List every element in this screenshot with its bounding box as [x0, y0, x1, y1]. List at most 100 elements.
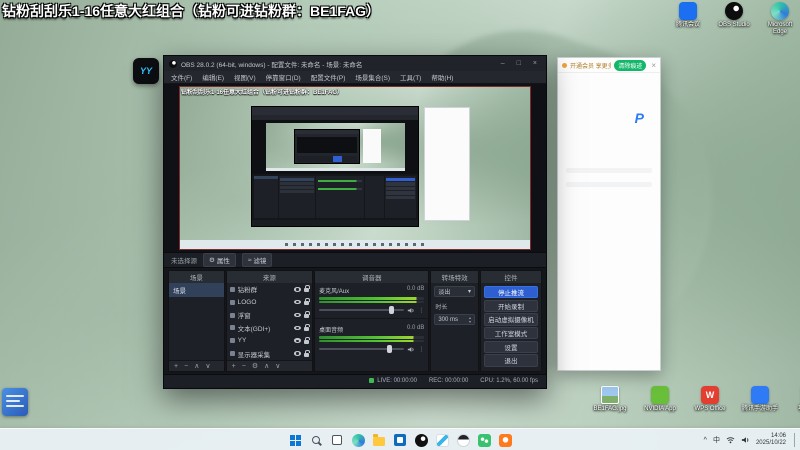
mixer-channel-header: 桌面音频 0.0 dB	[319, 325, 424, 334]
mixer-options-icon[interactable]: ⋮	[418, 346, 424, 353]
display-capture-preview[interactable]: 钻粉刮刮乐1-16任意大红组合（钻粉可进钻粉群：BE1FAG）	[179, 86, 531, 250]
lock-icon[interactable]	[304, 311, 310, 319]
scenes-tool-icon[interactable]: −	[184, 363, 188, 370]
source-row[interactable]: 钻粉群	[227, 283, 312, 296]
desktop-icon-wps-office[interactable]: W WPS Office	[692, 386, 728, 413]
obs-preview-area[interactable]: 钻粉刮刮乐1-16任意大红组合（钻粉可进钻粉群：BE1FAG）	[164, 84, 546, 252]
scenes-tool-icon[interactable]: +	[174, 363, 178, 370]
close-button[interactable]: ×	[529, 60, 541, 67]
decor	[316, 175, 364, 219]
control-button-obs[interactable]: 开始录制	[484, 299, 539, 312]
properties-button[interactable]: ⚙ 属性	[203, 253, 236, 267]
obs-titlebar[interactable]: OBS 28.0.2 (64-bit, windows) - 配置文件: 未命名…	[164, 56, 546, 71]
lock-icon[interactable]	[304, 323, 310, 331]
transition-select[interactable]: 淡出 ▾	[434, 286, 476, 297]
menu-item[interactable]: 停靠窗口(D)	[261, 72, 306, 82]
menu-item[interactable]: 文件(F)	[166, 72, 197, 82]
lock-icon[interactable]	[304, 285, 310, 293]
desktop-icon-be1fag-image[interactable]: BE1FAG.jpg	[592, 386, 628, 413]
spinner-arrows[interactable]: ▴ ▾	[469, 315, 471, 324]
mixer-dock-title[interactable]: 调音器	[315, 271, 429, 283]
visibility-eye-icon[interactable]	[294, 299, 302, 305]
volume-slider[interactable]	[319, 345, 405, 353]
wifi-icon[interactable]	[726, 436, 735, 444]
filters-button[interactable]: ≈ 滤镜	[241, 253, 273, 267]
volume-icon[interactable]	[741, 436, 750, 444]
sources-tool-icon[interactable]: ∧	[264, 363, 269, 370]
sources-tool-icon[interactable]: ⚙	[252, 363, 258, 370]
lock-icon[interactable]	[304, 336, 310, 344]
menu-item[interactable]: 编辑(E)	[197, 72, 229, 82]
scenes-tool-icon[interactable]: ∧	[194, 363, 199, 370]
speaker-icon[interactable]	[407, 340, 415, 358]
decor	[6, 405, 24, 407]
menu-item[interactable]: 帮助(H)	[426, 72, 458, 82]
minimize-button[interactable]: –	[497, 60, 509, 67]
scene-item[interactable]: 场景	[169, 283, 224, 297]
control-button-obs[interactable]: 退出	[484, 354, 539, 367]
menu-item[interactable]: 工具(T)	[395, 72, 426, 82]
desktop-icon-obs-studio[interactable]: OBS Studio	[716, 2, 752, 36]
spin-down-icon[interactable]: ▾	[469, 319, 471, 324]
countdown-widget-tile[interactable]	[2, 388, 28, 416]
transitions-dock-title[interactable]: 转场特效	[431, 271, 479, 283]
close-icon[interactable]: ×	[651, 61, 656, 70]
show-desktop-button[interactable]	[794, 433, 796, 447]
yy-floating-badge[interactable]: YY	[133, 58, 159, 84]
visibility-eye-icon[interactable]	[294, 325, 302, 331]
desktop-icon-tencent-meeting[interactable]: 腾讯会议	[670, 2, 706, 36]
clock[interactable]: 14:06 2025/10/22	[756, 433, 786, 447]
sources-dock-title[interactable]: 来源	[226, 271, 313, 283]
source-row[interactable]: 浮窗	[227, 309, 312, 322]
taskbar-app-start[interactable]	[287, 432, 303, 448]
source-row[interactable]: YY	[227, 334, 312, 347]
slider-knob[interactable]	[388, 306, 394, 314]
ime-indicator[interactable]: 中	[713, 435, 720, 445]
desktop-icon-microsoft-edge[interactable]: Microsoft Edge	[762, 2, 798, 36]
clear-traces-button[interactable]: 清除痕迹	[614, 59, 647, 71]
tray-expand-chevron[interactable]: ^	[704, 437, 707, 444]
source-row[interactable]: LOGO	[227, 296, 312, 309]
transition-duration-spinbox[interactable]: 300 ms ▴ ▾	[434, 314, 476, 325]
taskbar-app-task-view[interactable]	[329, 432, 345, 448]
lock-icon[interactable]	[304, 349, 310, 357]
menu-item[interactable]: 视图(V)	[229, 72, 261, 82]
menu-item[interactable]: 配置文件(P)	[306, 72, 351, 82]
taskbar-app-file-explorer[interactable]	[371, 432, 387, 448]
lock-icon[interactable]	[304, 298, 310, 306]
desktop-icon-game-assistant[interactable]: 腾讯手游助手	[742, 386, 778, 413]
volume-slider[interactable]	[319, 306, 405, 314]
visibility-eye-icon[interactable]	[294, 287, 302, 292]
controls-dock-title[interactable]: 控件	[481, 271, 542, 283]
qq-icon	[456, 433, 470, 447]
menu-item[interactable]: 场景集合(S)	[350, 72, 395, 82]
sources-tool-icon[interactable]: ∨	[275, 363, 280, 370]
scenes-dock-title[interactable]: 场景	[169, 271, 224, 283]
taskbar-app-qq[interactable]	[455, 432, 471, 448]
speaker-icon[interactable]	[407, 301, 415, 319]
taskbar-app-edge[interactable]	[350, 432, 366, 448]
slider-knob[interactable]	[386, 345, 392, 353]
taskbar-app-search[interactable]	[308, 432, 324, 448]
taskbar-app-store[interactable]	[392, 432, 408, 448]
mixer-options-icon[interactable]: ⋮	[418, 307, 424, 314]
control-button-obs[interactable]: 工作室模式	[484, 327, 539, 340]
taskbar-app-wechat[interactable]	[476, 432, 492, 448]
visibility-eye-icon[interactable]	[294, 338, 302, 343]
control-button-obs[interactable]: 启动虚拟摄像机	[484, 313, 539, 326]
desktop-icon-nvidia-app[interactable]: NVIDIA App	[642, 386, 678, 413]
source-row[interactable]: 显示器采集	[227, 347, 312, 360]
sources-tool-icon[interactable]: −	[242, 363, 246, 370]
control-button-obs[interactable]: 设置	[484, 340, 539, 353]
taskbar-app-yy[interactable]	[434, 432, 450, 448]
desktop-icon-project-folder[interactable]: 项目文件	[792, 386, 800, 413]
source-row[interactable]: 文本(GDI+)	[227, 321, 312, 334]
visibility-eye-icon[interactable]	[294, 312, 302, 318]
control-button-stop-streaming[interactable]: 停止推流	[484, 286, 539, 299]
scenes-tool-icon[interactable]: ∨	[205, 363, 210, 370]
visibility-eye-icon[interactable]	[294, 351, 302, 356]
maximize-button[interactable]: □	[513, 60, 525, 67]
sources-tool-icon[interactable]: +	[232, 363, 236, 370]
taskbar-app-obs-studio[interactable]	[413, 432, 429, 448]
taskbar-app-douyu[interactable]	[497, 432, 513, 448]
